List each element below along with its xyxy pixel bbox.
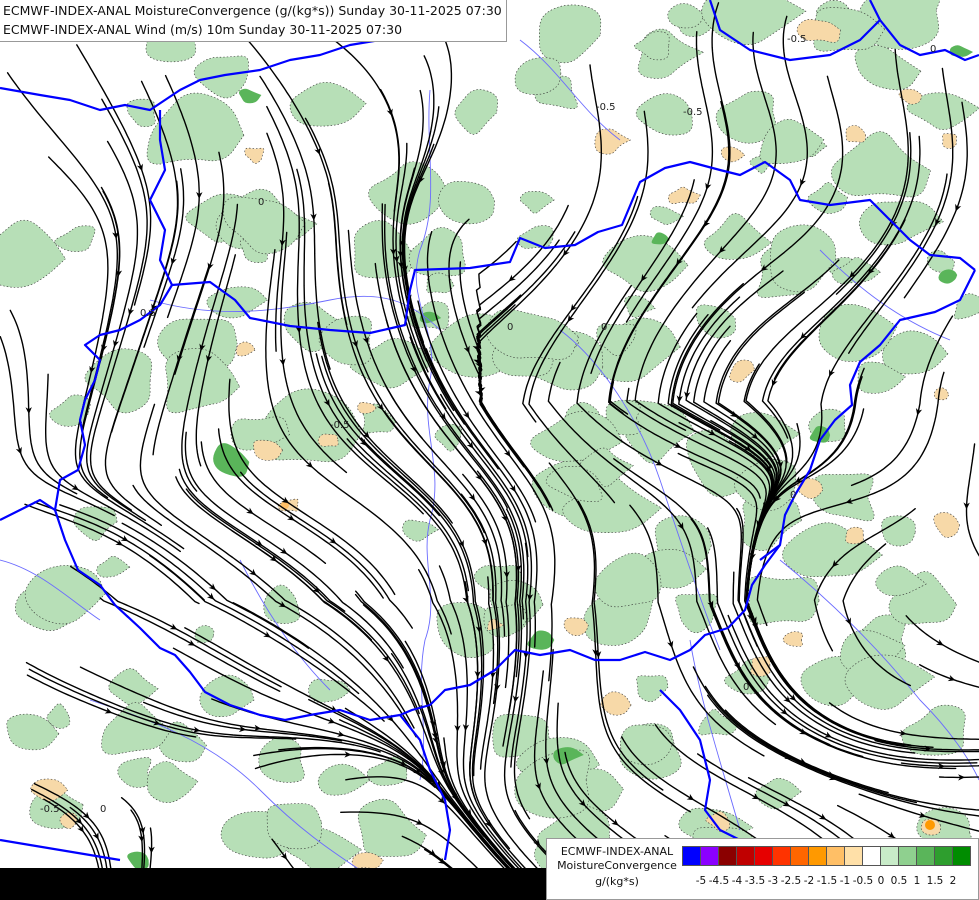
- header-line-moisture: ECMWF-INDEX-ANAL MoistureConvergence (g/…: [3, 3, 502, 18]
- legend-color-box: [808, 846, 827, 866]
- legend-color-box: [934, 846, 953, 866]
- divergence-area: [845, 526, 864, 545]
- contour-label: -0.5: [330, 420, 350, 431]
- legend-tick-label: 2: [949, 875, 957, 887]
- legend-color-box: [682, 846, 701, 866]
- legend-tick-label: -3: [767, 875, 779, 887]
- contour-label: -0.5: [40, 804, 60, 815]
- convergence-area: [266, 803, 323, 850]
- contour-label: 0: [601, 322, 607, 333]
- legend-title: ECMWF-INDEX-ANAL MoistureConvergence g/(…: [551, 845, 683, 889]
- legend-color-box: [880, 846, 899, 866]
- legend-color-box: [754, 846, 773, 866]
- contour-label: 0: [100, 804, 106, 815]
- legend-title-model: ECMWF-INDEX-ANAL: [560, 845, 674, 858]
- divergence-area: [750, 656, 771, 677]
- legend-color-box: [790, 846, 809, 866]
- legend-units: g/(kg*s): [595, 875, 639, 888]
- legend-color-box: [898, 846, 917, 866]
- contour-label: -0.5: [596, 102, 616, 113]
- divergence-area: [942, 133, 957, 149]
- legend-tick-label: -1.5: [816, 875, 838, 887]
- contour-label: 0: [258, 197, 264, 208]
- legend-color-box: [718, 846, 737, 866]
- legend-tick-label: 1: [913, 875, 921, 887]
- legend-color-box: [952, 846, 971, 866]
- contour-label: 0: [743, 682, 749, 693]
- legend-color-box: [826, 846, 845, 866]
- divergence-area: [317, 433, 339, 447]
- contour-label: 0: [930, 44, 936, 55]
- legend-tick-label: 1.5: [926, 875, 944, 887]
- header-line-wind: ECMWF-INDEX-ANAL Wind (m/s) 10m Sunday 3…: [3, 22, 403, 37]
- no-data-strip: [0, 868, 546, 900]
- legend-color-scale: [682, 846, 971, 866]
- weather-map: -0.5 -0.500 0-0.500-0.500.50-0.5: [0, 0, 979, 900]
- legend-tick-label: 0: [877, 875, 885, 887]
- contour-label: -0.5: [787, 34, 807, 45]
- map-header: ECMWF-INDEX-ANAL MoistureConvergence (g/…: [0, 0, 507, 42]
- legend-tick-labels: -5 -4.5 -4 -3.5 -3 -2.5 -2 -1.5 -1 -0.5 0 0.5 1 1.5 2: [683, 875, 971, 889]
- legend-tick-label: 0.5: [890, 875, 908, 887]
- legend-color-box: [844, 846, 863, 866]
- contour-label: 0: [790, 490, 796, 501]
- contour-label: 0.5: [140, 308, 156, 319]
- legend-tick-label: -0.5: [852, 875, 874, 887]
- legend-tick-label: -4: [731, 875, 743, 887]
- color-legend: ECMWF-INDEX-ANAL MoistureConvergence g/(…: [546, 838, 979, 900]
- contour-label: 0: [507, 322, 513, 333]
- legend-color-box: [772, 846, 791, 866]
- legend-color-box: [700, 846, 719, 866]
- legend-tick-label: -3.5: [744, 875, 766, 887]
- contour-label: -0.5: [683, 107, 703, 118]
- legend-tick-label: -5: [695, 875, 707, 887]
- legend-color-box: [736, 846, 755, 866]
- legend-color-box: [916, 846, 935, 866]
- divergence-hotspot: [925, 820, 935, 830]
- legend-tick-label: -4.5: [708, 875, 730, 887]
- legend-title-param: MoistureConvergence: [557, 859, 677, 872]
- streamline: [938, 776, 979, 779]
- legend-tick-label: -2: [803, 875, 815, 887]
- legend-tick-label: -2.5: [780, 875, 802, 887]
- legend-color-box: [862, 846, 881, 866]
- legend-tick-label: -1: [839, 875, 851, 887]
